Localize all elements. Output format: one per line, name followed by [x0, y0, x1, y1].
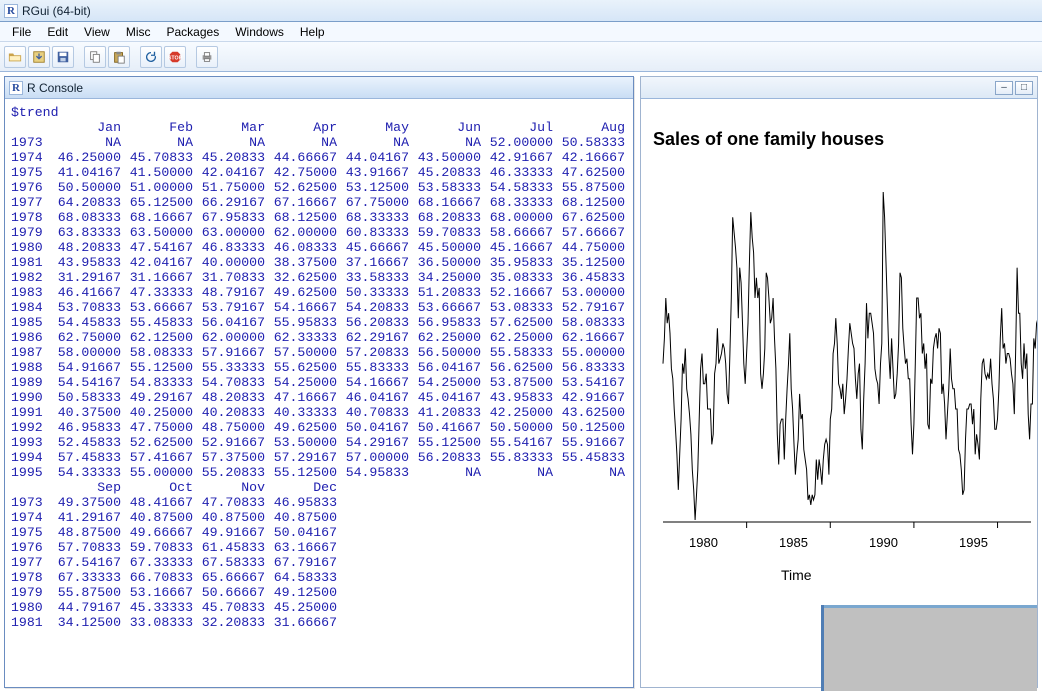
chart-title: Sales of one family houses: [653, 129, 884, 150]
menu-view[interactable]: View: [76, 24, 118, 40]
open-icon[interactable]: [4, 46, 26, 68]
minimize-icon[interactable]: –: [995, 81, 1013, 95]
load-icon[interactable]: [28, 46, 50, 68]
menu-file[interactable]: File: [4, 24, 39, 40]
console-output[interactable]: $trendJanFebMarAprMayJunJulAug1973NANANA…: [5, 99, 633, 687]
console-title: R Console: [27, 81, 83, 95]
menu-bar: File Edit View Misc Packages Windows Hel…: [0, 22, 1042, 42]
mdi-workspace: R R Console $trendJanFebMarAprMayJunJulA…: [0, 72, 1042, 691]
menu-misc[interactable]: Misc: [118, 24, 159, 40]
toolbar: STOP: [0, 42, 1042, 72]
graphics-title-bar[interactable]: – □: [641, 77, 1037, 99]
xtick-1980: 1980: [689, 535, 718, 550]
xtick-1990: 1990: [869, 535, 898, 550]
menu-packages[interactable]: Packages: [159, 24, 228, 40]
app-title: RGui (64-bit): [22, 4, 91, 18]
menu-edit[interactable]: Edit: [39, 24, 76, 40]
secondary-panel: [821, 605, 1037, 691]
xtick-1985: 1985: [779, 535, 808, 550]
paste-icon[interactable]: [108, 46, 130, 68]
save-icon[interactable]: [52, 46, 74, 68]
x-axis-label: Time: [781, 567, 812, 583]
timeseries-line: [651, 179, 1037, 539]
r-logo-icon: R: [4, 4, 18, 18]
stop-icon[interactable]: STOP: [164, 46, 186, 68]
print-icon[interactable]: [196, 46, 218, 68]
r-logo-icon: R: [9, 81, 23, 95]
maximize-icon[interactable]: □: [1015, 81, 1033, 95]
menu-windows[interactable]: Windows: [227, 24, 292, 40]
r-console-window: R R Console $trendJanFebMarAprMayJunJulA…: [4, 76, 634, 688]
svg-text:STOP: STOP: [168, 55, 182, 61]
r-graphics-window: – □ Sales of one family houses 1980 1985…: [640, 76, 1038, 688]
copy-icon[interactable]: [84, 46, 106, 68]
refresh-icon[interactable]: [140, 46, 162, 68]
menu-help[interactable]: Help: [292, 24, 333, 40]
xtick-1995: 1995: [959, 535, 988, 550]
app-title-bar: R RGui (64-bit): [0, 0, 1042, 22]
console-title-bar[interactable]: R R Console: [5, 77, 633, 99]
plot-area: Sales of one family houses 1980 1985 199…: [641, 99, 1037, 687]
